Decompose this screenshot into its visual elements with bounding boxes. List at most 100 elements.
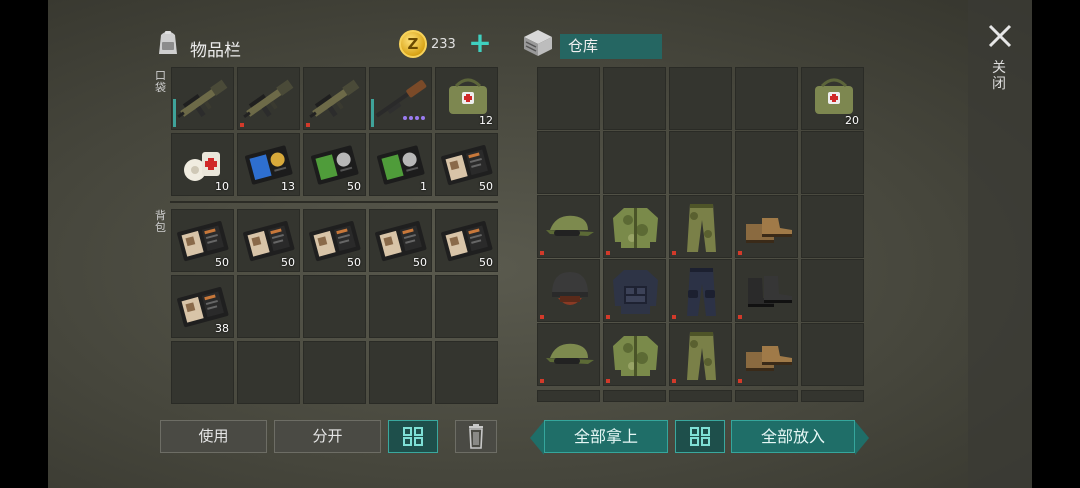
- item-slot-notebook[interactable]: 50: [435, 209, 498, 272]
- empty-slot[interactable]: [603, 390, 666, 402]
- backpack-icon: [159, 31, 177, 54]
- camo-pants-icon: [687, 204, 716, 252]
- item-count: 50: [479, 256, 493, 269]
- item-count: 1: [420, 180, 427, 193]
- empty-slot[interactable]: [237, 341, 300, 404]
- empty-slot[interactable]: [801, 259, 864, 322]
- warehouse-title: 仓库: [560, 34, 662, 59]
- empty-slot[interactable]: [669, 390, 732, 402]
- rifle-icon: [243, 79, 294, 119]
- item-slot-black-helmet[interactable]: [537, 259, 600, 322]
- status-marker: [738, 251, 742, 255]
- item-slot-notebook[interactable]: 50: [303, 209, 366, 272]
- item-slot-green-id-card[interactable]: 50: [303, 133, 366, 196]
- item-slot-bandage[interactable]: 10: [171, 133, 234, 196]
- close-label[interactable]: 关闭: [992, 60, 1006, 92]
- item-slot-rifle[interactable]: [303, 67, 366, 130]
- empty-slot[interactable]: [735, 67, 798, 130]
- empty-slot[interactable]: [171, 341, 234, 404]
- put-all-button[interactable]: 全部放入: [731, 420, 855, 453]
- item-slot-notebook[interactable]: 50: [435, 133, 498, 196]
- item-slot-camo-jacket[interactable]: [603, 323, 666, 386]
- empty-slot[interactable]: [801, 195, 864, 258]
- black-boots-icon: [748, 276, 792, 307]
- split-button[interactable]: 分开: [274, 420, 381, 453]
- item-slot-shotgun[interactable]: [369, 67, 432, 130]
- empty-slot[interactable]: [537, 67, 600, 130]
- empty-slot[interactable]: [537, 131, 600, 194]
- empty-slot[interactable]: [369, 275, 432, 338]
- item-slot-camo-cap[interactable]: [537, 195, 600, 258]
- left-black-edge: [0, 0, 48, 488]
- empty-slot[interactable]: [603, 131, 666, 194]
- pocket-backpack-divider: [170, 201, 498, 203]
- item-slot-notebook[interactable]: 50: [369, 209, 432, 272]
- take-all-button[interactable]: 全部拿上: [544, 420, 668, 453]
- item-slot-tactical-pants[interactable]: [669, 259, 732, 322]
- status-marker: [240, 123, 244, 127]
- status-marker: [606, 315, 610, 319]
- put-all-arrow: [855, 421, 869, 455]
- coin-count: 233: [431, 37, 456, 52]
- item-slot-tan-boots[interactable]: [735, 323, 798, 386]
- item-slot-camo-pants[interactable]: [669, 323, 732, 386]
- trash-icon: [469, 424, 483, 449]
- tan-boots-icon: [746, 218, 792, 243]
- camo-pants-icon: [687, 332, 716, 380]
- rifle-icon: [309, 79, 360, 119]
- warehouse-icon: [524, 30, 552, 56]
- camo-cap-icon: [546, 343, 594, 364]
- item-slot-tactical-vest[interactable]: [603, 259, 666, 322]
- status-marker: [672, 315, 676, 319]
- item-slot-notebook[interactable]: 50: [237, 209, 300, 272]
- sort-warehouse-button[interactable]: [675, 420, 725, 453]
- ammo-dots: [403, 105, 427, 124]
- empty-slot[interactable]: [237, 275, 300, 338]
- item-slot-tan-boots[interactable]: [735, 195, 798, 258]
- empty-slot[interactable]: [603, 67, 666, 130]
- game-screen: 物品栏 Z 233 + 仓库 口袋 背包 关闭 使用 分开 全部拿上 全部放入 …: [0, 0, 1080, 488]
- item-slot-notebook[interactable]: 50: [171, 209, 234, 272]
- empty-slot[interactable]: [801, 323, 864, 386]
- item-slot-camo-cap[interactable]: [537, 323, 600, 386]
- status-marker: [672, 379, 676, 383]
- item-slot-camo-jacket[interactable]: [603, 195, 666, 258]
- empty-slot[interactable]: [801, 390, 864, 402]
- empty-slot[interactable]: [669, 67, 732, 130]
- empty-slot[interactable]: [735, 390, 798, 402]
- empty-slot[interactable]: [735, 131, 798, 194]
- item-slot-medkit-bag[interactable]: 12: [435, 67, 498, 130]
- item-slot-medkit-bag[interactable]: 20: [801, 67, 864, 130]
- status-marker: [306, 123, 310, 127]
- camo-jacket-icon: [613, 208, 658, 248]
- item-slot-blue-id-card[interactable]: 13: [237, 133, 300, 196]
- item-slot-green-id-card[interactable]: 1: [369, 133, 432, 196]
- status-marker: [672, 251, 676, 255]
- sort-inventory-button[interactable]: [388, 420, 438, 453]
- empty-slot[interactable]: [303, 275, 366, 338]
- discard-button[interactable]: [455, 420, 497, 453]
- item-slot-rifle[interactable]: [171, 67, 234, 130]
- close-icon[interactable]: [986, 22, 1014, 50]
- empty-slot[interactable]: [801, 131, 864, 194]
- camo-cap-icon: [546, 215, 594, 236]
- durability-bar: [371, 99, 374, 127]
- empty-slot[interactable]: [537, 390, 600, 402]
- item-count: 38: [215, 322, 229, 335]
- empty-slot[interactable]: [303, 341, 366, 404]
- item-slot-black-boots[interactable]: [735, 259, 798, 322]
- empty-slot[interactable]: [369, 341, 432, 404]
- status-marker: [738, 379, 742, 383]
- item-slot-notebook[interactable]: 38: [171, 275, 234, 338]
- empty-slot[interactable]: [435, 341, 498, 404]
- add-coins-button[interactable]: +: [466, 29, 494, 58]
- durability-bar: [173, 99, 176, 127]
- empty-slot[interactable]: [435, 275, 498, 338]
- item-slot-rifle[interactable]: [237, 67, 300, 130]
- empty-slot[interactable]: [669, 131, 732, 194]
- item-count: 13: [281, 180, 295, 193]
- item-slot-camo-pants[interactable]: [669, 195, 732, 258]
- grid-icon: [403, 427, 423, 446]
- status-marker: [540, 251, 544, 255]
- use-button[interactable]: 使用: [160, 420, 267, 453]
